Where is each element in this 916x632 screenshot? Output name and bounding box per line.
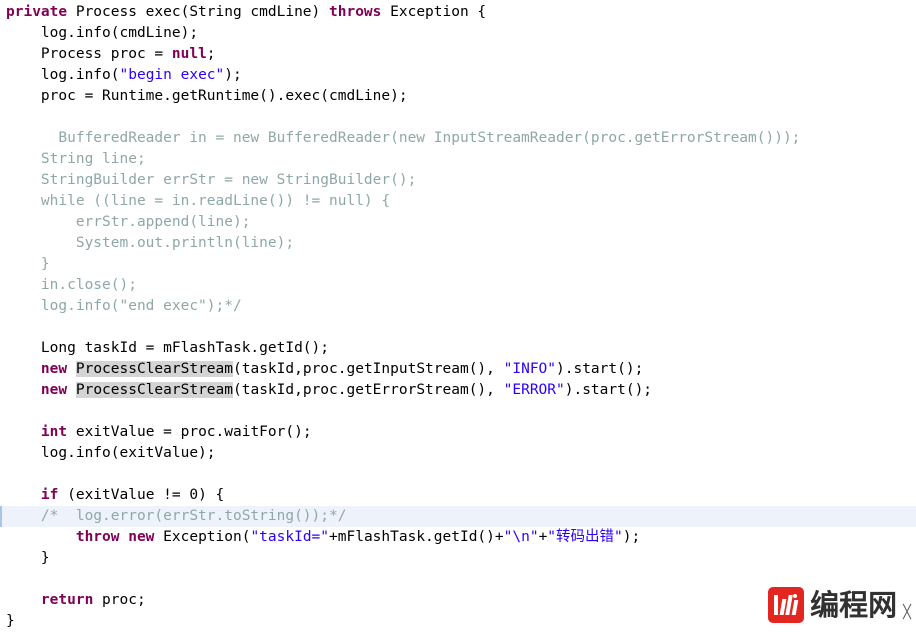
code-token-plain: ); [622, 529, 641, 545]
code-line[interactable]: StringBuilder errStr = new StringBuilder… [0, 170, 916, 191]
code-token-plain: Exception { [381, 4, 487, 20]
code-token-str: "转码出错" [547, 529, 623, 545]
code-token-plain: (taskId,proc.getErrorStream(), [233, 382, 504, 398]
code-token-cmt: errStr.append(line); [6, 214, 251, 230]
code-token-plain: ; [206, 46, 216, 62]
code-line[interactable]: while ((line = in.readLine()) != null) { [0, 191, 916, 212]
watermark-logo-icon [768, 587, 805, 623]
code-token-kw: throw new [75, 529, 155, 545]
code-token-plain: proc = Runtime.getRuntime().exec(cmdLine… [6, 88, 408, 104]
code-line[interactable]: Process proc = null; [0, 44, 916, 65]
code-token-kw: private [6, 4, 68, 20]
code-line[interactable]: } [0, 254, 916, 275]
code-line[interactable]: private Process exec(String cmdLine) thr… [0, 2, 916, 23]
code-token-plain: +mFlashTask.getId()+ [329, 529, 504, 545]
code-token-plain: } [6, 550, 50, 566]
code-token-plain: Long taskId = mFlashTask.getId(); [6, 340, 330, 356]
code-line[interactable]: throw new Exception("taskId="+mFlashTask… [0, 527, 916, 548]
code-token-plain: log.info(exitValue); [6, 445, 216, 461]
code-token-str: "taskId=" [250, 529, 330, 545]
code-token-plain: ).start(); [556, 361, 644, 377]
code-token-cmt: BufferedReader in = new BufferedReader(n… [6, 130, 801, 146]
code-token-plain: + [538, 529, 548, 545]
code-line[interactable]: proc = Runtime.getRuntime().exec(cmdLine… [0, 86, 916, 107]
code-token-kw: throws [329, 4, 382, 20]
code-token-occ: ProcessClearStream [75, 382, 233, 398]
code-line[interactable]: new ProcessClearStream(taskId,proc.getEr… [0, 380, 916, 401]
code-line-current[interactable]: /* log.error(errStr.toString());*/ [0, 506, 916, 527]
code-token-cmt: in.close(); [6, 277, 137, 293]
code-content[interactable]: private Process exec(String cmdLine) thr… [0, 2, 916, 632]
code-token-plain: ); [224, 67, 242, 83]
code-token-plain: Exception( [154, 529, 251, 545]
code-token-plain: Process proc = [6, 46, 172, 62]
code-token-plain: log.info(cmdLine); [6, 25, 199, 41]
code-line[interactable]: Long taskId = mFlashTask.getId(); [0, 338, 916, 359]
code-token-cmt: log.info("end exec");*/ [6, 298, 242, 314]
code-token-occ: ProcessClearStream [75, 361, 233, 377]
code-line[interactable]: log.info(exitValue); [0, 443, 916, 464]
code-token-plain: Process exec(String cmdLine) [67, 4, 330, 20]
code-token-plain: exitValue = proc.waitFor(); [67, 424, 312, 440]
code-token-kw: new [40, 382, 68, 398]
code-token-plain: log.info( [6, 67, 120, 83]
code-token-str: "begin exec" [119, 67, 225, 83]
code-token-cmt: } [6, 256, 50, 272]
code-line[interactable] [0, 317, 916, 338]
code-line[interactable]: log.info("begin exec"); [0, 65, 916, 86]
code-token-plain: ).start(); [564, 382, 653, 398]
code-token-kw: int [40, 424, 68, 440]
site-watermark: 编程网 ╳ [768, 587, 911, 623]
code-line[interactable]: System.out.println(line); [0, 233, 916, 254]
code-token-plain: (exitValue != 0) { [58, 487, 225, 503]
code-token-cmt: String line; [6, 151, 146, 167]
code-token-cmt: StringBuilder errStr = new StringBuilder… [6, 172, 417, 188]
code-line[interactable] [0, 107, 916, 128]
watermark-site-name: 编程网 [810, 587, 898, 622]
code-token-cmt: while ((line = in.readLine()) != null) { [6, 193, 391, 209]
code-editor-pane[interactable]: private Process exec(String cmdLine) thr… [0, 0, 916, 629]
code-line[interactable] [0, 401, 916, 422]
code-token-cmt: /* log.error(errStr.toString());*/ [6, 508, 347, 524]
code-token-str: "\n" [503, 529, 539, 545]
code-token-kw: null [171, 46, 207, 62]
code-token-plain: (taskId,proc.getInputStream(), [233, 361, 504, 377]
code-line[interactable]: } [0, 548, 916, 569]
code-line[interactable]: in.close(); [0, 275, 916, 296]
code-token-cmt: System.out.println(line); [6, 235, 295, 251]
watermark-tail-mark: ╳ [903, 605, 911, 620]
code-line[interactable] [0, 464, 916, 485]
code-line[interactable]: new ProcessClearStream(taskId,proc.getIn… [0, 359, 916, 380]
code-token-plain: proc; [93, 592, 146, 608]
code-line[interactable]: BufferedReader in = new BufferedReader(n… [0, 128, 916, 149]
code-token-kw: return [40, 592, 94, 608]
code-token-kw: new [40, 361, 68, 377]
code-token-str: "ERROR" [503, 382, 565, 398]
code-token-kw: if [40, 487, 59, 503]
code-line[interactable]: int exitValue = proc.waitFor(); [0, 422, 916, 443]
code-line[interactable]: if (exitValue != 0) { [0, 485, 916, 506]
code-line[interactable]: errStr.append(line); [0, 212, 916, 233]
code-line[interactable]: String line; [0, 149, 916, 170]
code-token-str: "INFO" [503, 361, 557, 377]
code-line[interactable]: log.info("end exec");*/ [0, 296, 916, 317]
code-line[interactable]: log.info(cmdLine); [0, 23, 916, 44]
